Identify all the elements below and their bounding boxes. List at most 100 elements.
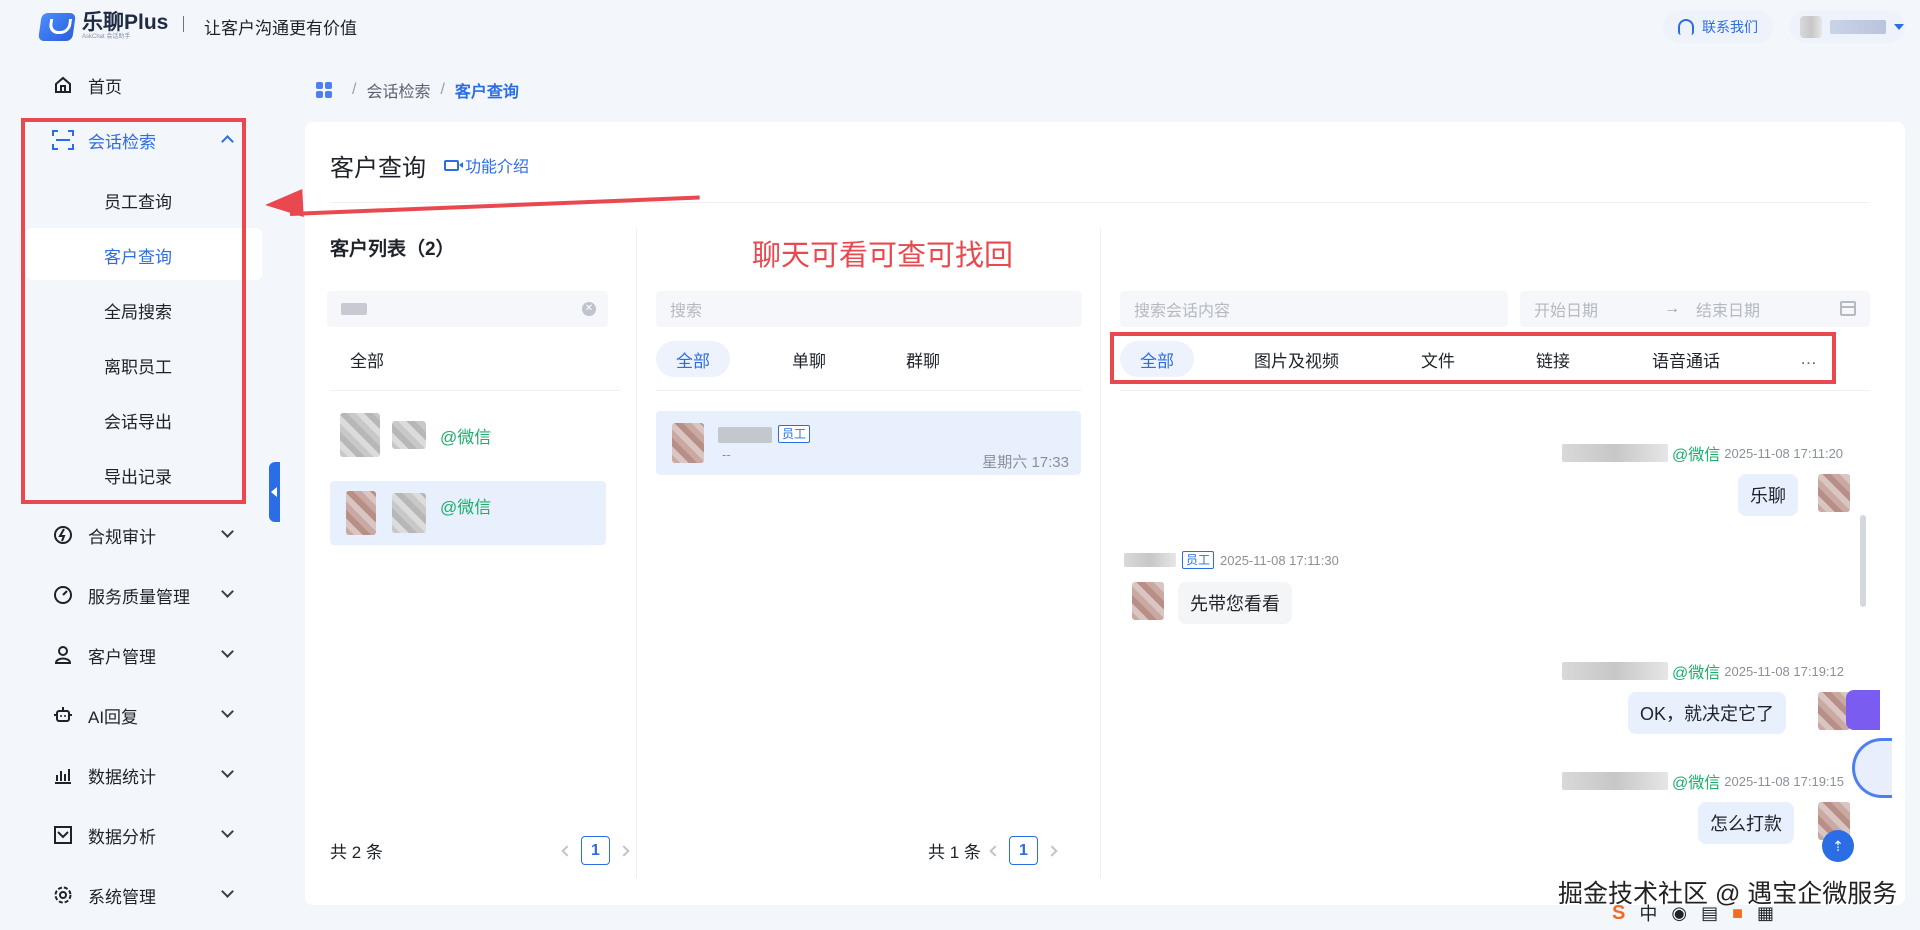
calendar-icon: [1840, 301, 1856, 316]
ime-keyboard-icon[interactable]: ▤: [1701, 903, 1718, 924]
breadcrumb-session-search[interactable]: 会话检索: [366, 78, 430, 102]
app-logo[interactable]: 乐聊Plus AskChat 会话助手: [38, 11, 169, 41]
top-header: 乐聊Plus AskChat 会话助手 让客户沟通更有价值 联系我们: [0, 0, 1920, 52]
sender-name-redacted: [1562, 662, 1668, 680]
sidebar-label-system-mgmt: 系统管理: [88, 887, 156, 907]
next-page-icon[interactable]: [618, 844, 630, 857]
customer-row-selected[interactable]: @微信: [330, 481, 606, 545]
customer-row[interactable]: @微信: [330, 403, 606, 467]
message-meta: @微信 2025-11-08 17:11:20: [1562, 441, 1843, 465]
ime-chinese-mode[interactable]: 中: [1639, 900, 1657, 926]
logo-name: 乐聊Plus: [82, 11, 169, 34]
header-divider: [183, 16, 184, 32]
chevron-down-icon: [221, 705, 234, 718]
sender-name-redacted: [1562, 444, 1668, 462]
customer-filter-all[interactable]: 全部: [350, 341, 384, 377]
headset-icon: [1678, 19, 1694, 35]
message-bubble: 怎么打款: [1698, 802, 1794, 844]
end-date-input[interactable]: 结束日期: [1696, 297, 1760, 321]
chevron-down-icon: [221, 585, 234, 598]
ime-toolbar: S 中 ◉ ▤ ■ ▦: [1604, 896, 1920, 930]
sidebar-item-ai-reply[interactable]: AI回复: [52, 695, 242, 735]
sidebar-label-data-analysis: 数据分析: [88, 827, 156, 847]
message-bubble: 乐聊: [1738, 474, 1798, 516]
user-icon: [52, 644, 74, 666]
floating-helper-widget[interactable]: [1846, 690, 1880, 730]
customer-pagination: 共 2 条 1: [330, 836, 638, 865]
apps-icon[interactable]: [316, 82, 332, 98]
trend-icon: [52, 824, 74, 846]
wechat-tag: @微信: [440, 428, 492, 447]
date-range-separator: →: [1664, 300, 1681, 317]
sidebar-item-system-mgmt[interactable]: 系统管理: [52, 875, 242, 915]
ime-grid-icon[interactable]: ▦: [1757, 903, 1774, 924]
user-menu[interactable]: [1790, 11, 1905, 43]
logo-subtitle: AskChat 会话助手: [82, 34, 131, 40]
prev-page-icon[interactable]: [989, 844, 1001, 857]
shield-bolt-icon: [52, 524, 74, 546]
sidebar-item-compliance[interactable]: 合规审计: [52, 515, 242, 555]
conversation-name-redacted: [718, 427, 772, 443]
message-scrollbar[interactable]: [1860, 515, 1866, 607]
avatar: [1800, 16, 1822, 38]
conv-tab-group[interactable]: 群聊: [906, 341, 940, 377]
conversation-item[interactable]: 员工 -- 星期六 17:33: [656, 411, 1081, 475]
sidebar-label-data-stats: 数据统计: [88, 767, 156, 787]
feature-intro-label: 功能介绍: [465, 159, 530, 176]
conv-tab-all[interactable]: 全部: [656, 341, 730, 377]
annotation-highlight-box: [1110, 332, 1836, 384]
sidebar-collapse-toggle[interactable]: [269, 462, 280, 522]
logo-bag-icon: [38, 12, 76, 41]
sidebar-label-home: 首页: [88, 77, 122, 97]
message-meta: 员工 2025-11-08 17:11:30: [1124, 551, 1339, 569]
chevron-down-icon: [221, 645, 234, 658]
next-page-icon[interactable]: [1046, 844, 1058, 857]
conv-tab-single[interactable]: 单聊: [792, 341, 826, 377]
page-title: 客户查询: [330, 155, 426, 182]
start-date-input[interactable]: 开始日期: [1534, 297, 1598, 321]
prev-page-icon[interactable]: [561, 844, 573, 857]
contact-us-button[interactable]: 联系我们: [1663, 11, 1773, 43]
message-bubble: 先带您看看: [1178, 582, 1292, 624]
search-value-redacted: [341, 303, 367, 315]
chevron-down-icon: [221, 885, 234, 898]
page-number[interactable]: 1: [1008, 836, 1038, 865]
sidebar-item-data-stats[interactable]: 数据统计: [52, 755, 242, 795]
ime-logo[interactable]: S: [1612, 902, 1625, 925]
customer-total: 共 2 条: [330, 843, 383, 862]
annotation-highlight-box: [21, 118, 246, 504]
sidebar-label-ai-reply: AI回复: [88, 707, 139, 727]
sidebar-item-service-quality[interactable]: 服务质量管理: [52, 575, 242, 615]
row-divider: [656, 390, 1082, 391]
sidebar-item-data-analysis[interactable]: 数据分析: [52, 815, 242, 855]
conversation-avatar: [672, 423, 704, 463]
row-divider: [1120, 390, 1870, 391]
feature-intro-link[interactable]: 功能介绍: [444, 153, 529, 177]
conversation-search-input[interactable]: 搜索: [656, 291, 1082, 327]
sidebar-item-customer-mgmt[interactable]: 客户管理: [52, 635, 242, 675]
sidebar-label-service-quality: 服务质量管理: [88, 587, 190, 607]
gauge-icon: [52, 584, 74, 606]
user-name-redacted: [1830, 20, 1886, 34]
date-range-picker[interactable]: 开始日期 → 结束日期: [1520, 291, 1870, 327]
message-search-input[interactable]: 搜索会话内容: [1120, 291, 1508, 327]
customer-list-title: 客户列表（2）: [330, 239, 455, 260]
customer-search-input[interactable]: ✕: [327, 291, 608, 327]
home-icon: [52, 74, 74, 96]
slogan: 让客户沟通更有价值: [204, 19, 357, 38]
annotation-text: 聊天可看可查可找回: [752, 240, 1014, 272]
sidebar-item-home[interactable]: 首页: [52, 65, 242, 105]
clear-icon[interactable]: ✕: [582, 302, 596, 316]
page-number[interactable]: 1: [580, 836, 610, 865]
video-icon: [444, 159, 463, 171]
employee-badge: 员工: [778, 425, 811, 443]
bar-chart-icon: [52, 764, 74, 786]
caret-down-icon: [1894, 24, 1904, 30]
sidebar-label-compliance: 合规审计: [88, 527, 156, 547]
back-to-top-button[interactable]: ⇡: [1822, 830, 1854, 862]
ime-mic-icon[interactable]: ◉: [1671, 903, 1687, 924]
ime-skin-icon[interactable]: ■: [1732, 903, 1743, 924]
sidebar-label-customer-mgmt: 客户管理: [88, 647, 156, 667]
column-divider: [1100, 228, 1101, 878]
sender-avatar: [1132, 582, 1164, 620]
